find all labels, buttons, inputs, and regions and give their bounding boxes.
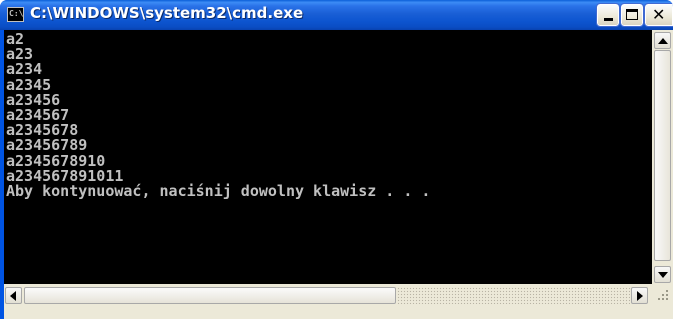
arrow-left-icon bbox=[10, 291, 16, 301]
scroll-right-button[interactable] bbox=[631, 287, 648, 304]
arrow-right-icon bbox=[637, 291, 643, 301]
minimize-icon bbox=[604, 18, 613, 21]
cmd-icon[interactable]: C:\ bbox=[7, 7, 24, 22]
resize-grip-icon[interactable] bbox=[652, 284, 673, 319]
vertical-scrollbar[interactable] bbox=[652, 30, 673, 284]
console-line: Aby kontynuować, naciśnij dowolny klawis… bbox=[6, 182, 431, 201]
scroll-up-button[interactable] bbox=[654, 32, 671, 49]
console-text: a2 a23 a234 a2345 a23456 a234567 a234567… bbox=[6, 31, 431, 201]
minimize-button[interactable] bbox=[596, 3, 620, 27]
maximize-icon bbox=[626, 9, 638, 20]
scroll-down-button[interactable] bbox=[654, 266, 671, 283]
cmd-window: C:\ C:\WINDOWS\system32\cmd.exe ✕ a2 a23… bbox=[0, 0, 673, 319]
arrow-down-icon bbox=[658, 272, 668, 278]
maximize-button[interactable] bbox=[620, 3, 644, 27]
cmd-icon-label: C:\ bbox=[9, 9, 24, 18]
window-title: C:\WINDOWS\system32\cmd.exe bbox=[30, 4, 304, 22]
console-output[interactable]: a2 a23 a234 a2345 a23456 a234567 a234567… bbox=[4, 30, 652, 284]
vertical-scroll-thumb[interactable] bbox=[654, 50, 671, 261]
title-bar[interactable]: C:\ C:\WINDOWS\system32\cmd.exe ✕ bbox=[0, 0, 673, 30]
close-icon: ✕ bbox=[652, 5, 666, 24]
scroll-left-button[interactable] bbox=[5, 287, 22, 304]
horizontal-scroll-track[interactable] bbox=[397, 287, 630, 304]
horizontal-scrollbar[interactable] bbox=[4, 284, 652, 319]
close-button[interactable]: ✕ bbox=[644, 3, 673, 27]
arrow-up-icon bbox=[658, 38, 668, 44]
horizontal-scroll-thumb[interactable] bbox=[24, 287, 396, 304]
